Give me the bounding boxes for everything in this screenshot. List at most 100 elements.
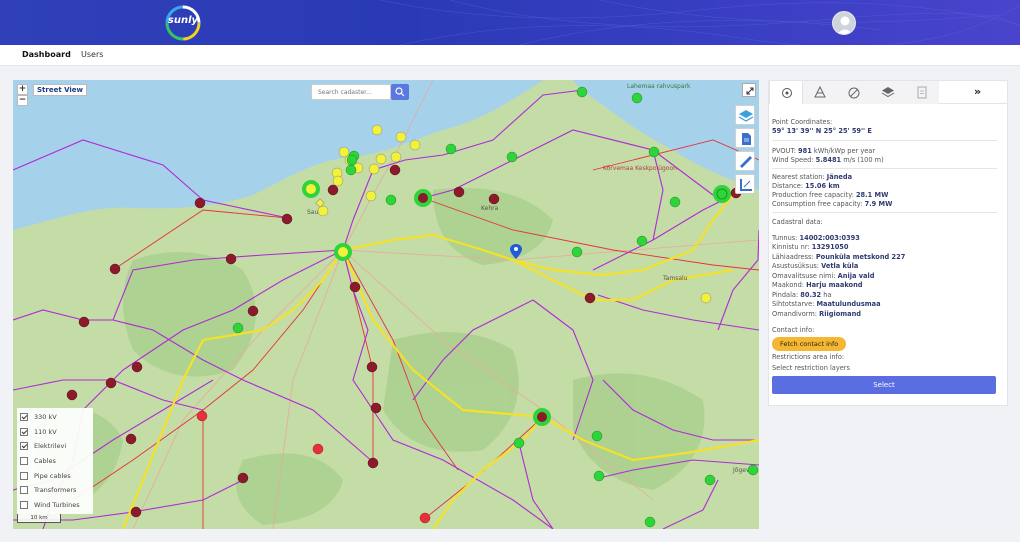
fullscreen-button[interactable]	[742, 83, 756, 97]
station-green[interactable]	[576, 86, 588, 98]
station-green[interactable]	[513, 437, 525, 449]
station-green[interactable]	[345, 164, 357, 176]
zoom-in-button[interactable]: +	[17, 84, 28, 95]
station-dark-red[interactable]	[125, 433, 137, 445]
nav-dashboard[interactable]: Dashboard	[22, 50, 71, 59]
legend-wind-turbines[interactable]: Wind Turbines	[20, 498, 90, 513]
legend-cables[interactable]: Cables	[20, 454, 90, 469]
station-dark-red[interactable]	[453, 186, 465, 198]
station-yellow[interactable]	[395, 131, 407, 143]
measure-tool-button[interactable]	[735, 151, 755, 171]
user-avatar[interactable]	[832, 11, 856, 35]
station-yellow[interactable]	[390, 151, 402, 163]
station-green[interactable]	[669, 196, 681, 208]
checkbox-pipe-cables[interactable]	[20, 471, 28, 480]
tab-solar[interactable]	[769, 81, 803, 104]
station-yellow[interactable]	[409, 139, 421, 151]
station-dark-red[interactable]	[367, 457, 379, 469]
station-dark-red[interactable]	[349, 281, 361, 293]
station-green[interactable]	[704, 474, 716, 486]
station-red[interactable]	[419, 512, 431, 524]
cadastral-row: Maakond: Harju maakond	[772, 281, 863, 289]
legend-label: Cables	[34, 457, 56, 466]
station-dark-red[interactable]	[327, 184, 339, 196]
legend-transformers[interactable]: Transformers	[20, 483, 90, 498]
area-tool-button[interactable]	[735, 174, 755, 194]
station-dark-red[interactable]	[130, 506, 142, 518]
station-dark-red[interactable]	[237, 472, 249, 484]
cadastral-row: Kinnistu nr: 13291050	[772, 243, 849, 251]
station-yellow[interactable]	[375, 153, 387, 165]
station-green[interactable]	[445, 143, 457, 155]
station-dark-red[interactable]	[109, 263, 121, 275]
station-green[interactable]	[636, 235, 648, 247]
tab-clipboard[interactable]	[905, 81, 939, 104]
station-dark-red[interactable]	[194, 197, 206, 209]
station-green[interactable]	[644, 516, 656, 528]
station-green[interactable]	[571, 246, 583, 258]
zoom-out-button[interactable]: −	[17, 95, 28, 106]
tab-station[interactable]	[803, 81, 837, 104]
station-green[interactable]	[385, 194, 397, 206]
select-restriction-layers[interactable]: Select restriction layers	[772, 364, 850, 372]
station-dark-red[interactable]	[281, 213, 293, 225]
station-dark-red[interactable]	[488, 193, 500, 205]
map-view[interactable]: Saue Kehra Tamsalu Kõrvemaa Keskpolügoon…	[13, 80, 759, 529]
checkbox-wind-turbines[interactable]	[20, 500, 28, 509]
station-yellow[interactable]	[317, 205, 329, 217]
station-red[interactable]	[312, 443, 324, 455]
station-green[interactable]	[593, 470, 605, 482]
point-coordinates-value: 59° 13' 39'' N 25° 25' 59'' E	[772, 127, 872, 135]
station-dark-red[interactable]	[389, 164, 401, 176]
checkbox-transformers[interactable]	[20, 486, 28, 495]
station-yellow[interactable]	[332, 175, 344, 187]
station-green[interactable]	[506, 151, 518, 163]
legend-330kv[interactable]: 330 kV	[20, 410, 90, 425]
checkbox-110kv[interactable]	[20, 427, 28, 436]
station-yellow[interactable]	[368, 163, 380, 175]
fetch-contact-button[interactable]: Fetch contact info	[772, 337, 847, 351]
station-green[interactable]	[631, 92, 643, 104]
checkbox-cables[interactable]	[20, 457, 28, 466]
station-dark-red[interactable]	[131, 361, 143, 373]
clipboard-icon	[917, 86, 927, 99]
tab-layers[interactable]	[871, 81, 905, 104]
station-yellow[interactable]	[371, 124, 383, 136]
station-red[interactable]	[196, 410, 208, 422]
legend-elektrilevi[interactable]: Elektrilevi	[20, 439, 90, 454]
station-dark-red[interactable]	[247, 305, 259, 317]
document-tool-button[interactable]	[735, 128, 755, 148]
substation-icon	[814, 85, 826, 98]
legend-pipe-cables[interactable]: Pipe cables	[20, 468, 90, 483]
station-green[interactable]	[232, 322, 244, 334]
top-header: sunly	[0, 0, 1020, 45]
station-green[interactable]	[648, 146, 660, 158]
station-green[interactable]	[747, 464, 759, 476]
sunly-logo[interactable]: sunly	[165, 5, 201, 41]
checkbox-330kv[interactable]	[20, 413, 28, 422]
street-view-button[interactable]: Street View	[33, 84, 88, 96]
station-yellow[interactable]	[700, 292, 712, 304]
checkbox-elektrilevi[interactable]	[20, 442, 28, 451]
legend-110kv[interactable]: 110 kV	[20, 425, 90, 440]
nav-users[interactable]: Users	[81, 50, 103, 59]
panel-expand-button[interactable]: »	[974, 85, 981, 98]
map-canvas[interactable]: Saue Kehra Tamsalu Kõrvemaa Keskpolügoon…	[13, 80, 759, 529]
station-green[interactable]	[591, 430, 603, 442]
station-dark-red[interactable]	[584, 292, 596, 304]
cadaster-search-button[interactable]	[391, 84, 409, 100]
layers-tool-button[interactable]	[735, 105, 755, 125]
select-button[interactable]: Select	[772, 376, 996, 394]
station-dark-red[interactable]	[105, 377, 117, 389]
cadastral-row: Omavalitsuse nimi: Anija vald	[772, 272, 875, 280]
cadaster-search-input[interactable]	[311, 84, 391, 100]
station-dark-red[interactable]	[66, 389, 78, 401]
station-dark-red[interactable]	[370, 402, 382, 414]
station-dark-red[interactable]	[78, 316, 90, 328]
station-yellow[interactable]	[365, 190, 377, 202]
station-dark-red[interactable]	[225, 253, 237, 265]
tab-restrictions[interactable]	[837, 81, 871, 104]
station-dark-red[interactable]	[366, 361, 378, 373]
station-green[interactable]	[346, 154, 358, 166]
station-big-core	[306, 184, 316, 194]
